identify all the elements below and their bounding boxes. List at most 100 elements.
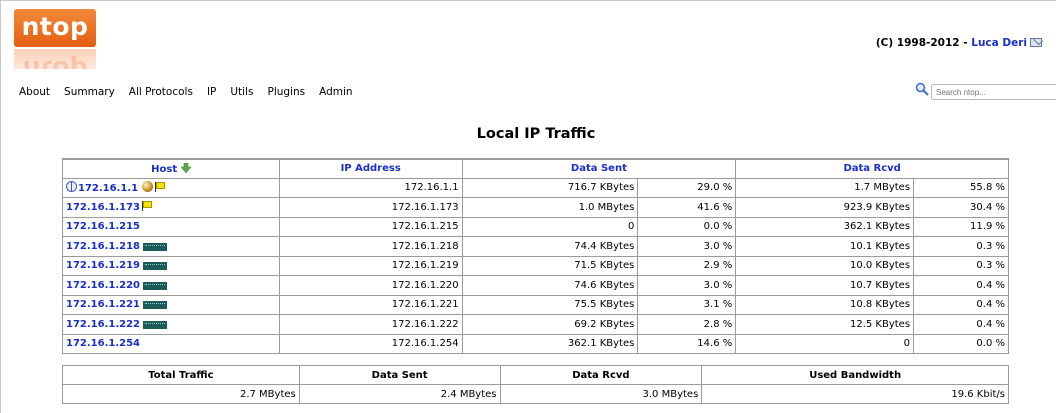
menu-summary[interactable]: Summary <box>64 86 115 98</box>
data-sent-percent-cell: 14.6 % <box>637 333 737 354</box>
data-sent-percent-cell: 3.0 % <box>637 275 737 296</box>
copyright: (C) 1998-2012 - Luca Deri <box>876 37 1042 49</box>
host-link[interactable]: 172.16.1.221 <box>66 299 140 310</box>
data-rcvd-cell: 10.8 KBytes <box>735 294 915 315</box>
summary-values-row: 2.7 MBytes 2.4 MBytes 3.0 MBytes 19.6 Kb… <box>62 384 1009 404</box>
author-link[interactable]: Luca Deri <box>971 37 1027 49</box>
page-title: Local IP Traffic <box>476 126 596 142</box>
menu-all-protocols[interactable]: All Protocols <box>129 86 193 98</box>
summary-header-row: Total Traffic Data Sent Data Rcvd Used B… <box>62 365 1009 385</box>
logo-reflection: ntop <box>14 49 96 69</box>
menu-utils[interactable]: Utils <box>230 86 253 98</box>
data-rcvd-cell: 10.7 KBytes <box>735 275 915 296</box>
menu-ip[interactable]: IP <box>207 86 216 98</box>
data-sent-summary-header: Data Sent <box>298 365 501 385</box>
data-rcvd-cell: 362.1 KBytes <box>735 216 915 237</box>
activity-sparkline-icon <box>143 242 168 251</box>
host-link[interactable]: 172.16.1.173 <box>66 202 140 213</box>
data-rcvd-total-value: 3.0 MBytes <box>499 384 703 404</box>
data-rcvd-cell: 10.0 KBytes <box>735 255 915 276</box>
host-link[interactable]: 172.16.1.222 <box>66 319 140 330</box>
data-rcvd-percent-cell: 0.4 % <box>913 314 1009 335</box>
data-rcvd-summary-header: Data Rcvd <box>499 365 703 385</box>
search-icon <box>915 82 929 96</box>
menu-plugins[interactable]: Plugins <box>267 86 305 98</box>
host-link[interactable]: 172.16.1.218 <box>66 241 140 252</box>
table-row: 172.16.1.220 172.16.1.220 74.6 KBytes 3.0 %… <box>62 275 1009 296</box>
table-row: 172.16.1.215 172.16.1.215 0 0.0 % 362.1 KByt… <box>62 216 1009 237</box>
data-rcvd-cell: 0 <box>735 333 915 354</box>
activity-sparkline-icon <box>143 320 168 329</box>
data-sent-cell: 74.4 KBytes <box>461 236 639 257</box>
table-row: 172.16.1.1 172.16.1.1 716.7 KBytes 29.0 % 1.… <box>62 177 1009 198</box>
data-rcvd-column-header[interactable]: Data Rcvd <box>735 158 1009 179</box>
flag-icon <box>155 182 166 193</box>
data-rcvd-percent-cell: 11.9 % <box>913 216 1009 237</box>
table-row: 172.16.1.173 172.16.1.173 1.0 MBytes 41.6 %… <box>62 197 1009 218</box>
mail-icon[interactable] <box>1030 38 1042 47</box>
data-sent-cell: 69.2 KBytes <box>461 314 639 335</box>
data-rcvd-percent-cell: 0.0 % <box>913 333 1009 354</box>
host-link[interactable]: 172.16.1.254 <box>66 338 140 349</box>
data-sent-cell: 74.6 KBytes <box>461 275 639 296</box>
data-sent-percent-cell: 0.0 % <box>637 216 737 237</box>
data-sent-column-header[interactable]: Data Sent <box>461 158 737 179</box>
ip-address-cell: 172.16.1.218 <box>278 236 463 257</box>
ip-address-cell: 172.16.1.219 <box>278 255 463 276</box>
ip-address-cell: 172.16.1.1 <box>278 177 463 198</box>
globe-icon <box>66 181 77 193</box>
ip-address-cell: 172.16.1.254 <box>278 333 463 354</box>
ip-address-cell: 172.16.1.221 <box>278 294 463 315</box>
activity-sparkline-icon <box>143 262 168 271</box>
ip-address-column-header[interactable]: IP Address <box>278 158 463 179</box>
host-column-header[interactable]: Host <box>62 158 280 179</box>
table-row: 172.16.1.221 172.16.1.221 75.5 KBytes 3.1 %… <box>62 294 1009 315</box>
host-link[interactable]: 172.16.1.219 <box>66 260 140 271</box>
data-sent-cell: 0 <box>461 216 639 237</box>
ntop-logo[interactable]: ntop ntop <box>14 9 96 69</box>
activity-sparkline-icon <box>143 301 168 310</box>
host-link[interactable]: 172.16.1.1 <box>78 183 138 194</box>
used-bandwidth-header: Used Bandwidth <box>701 365 1009 385</box>
table-row: 172.16.1.254 172.16.1.254 362.1 KBytes 14.6… <box>62 333 1009 354</box>
ip-address-cell: 172.16.1.215 <box>278 216 463 237</box>
data-sent-cell: 71.5 KBytes <box>461 255 639 276</box>
menu-about[interactable]: About <box>19 86 50 98</box>
data-rcvd-percent-cell: 55.8 % <box>913 177 1009 198</box>
os-sphere-icon <box>142 181 154 193</box>
data-sent-cell: 362.1 KBytes <box>461 333 639 354</box>
ip-address-cell: 172.16.1.220 <box>278 275 463 296</box>
data-sent-percent-cell: 2.9 % <box>637 255 737 276</box>
menu-admin[interactable]: Admin <box>319 86 352 98</box>
local-ip-traffic-table: Host IP Address Data Sent Data Rcvd 172.… <box>62 158 1009 354</box>
data-rcvd-percent-cell: 30.4 % <box>913 197 1009 218</box>
table-row: 172.16.1.219 172.16.1.219 71.5 KBytes 2.9 %… <box>62 255 1009 276</box>
data-sent-percent-cell: 41.6 % <box>637 197 737 218</box>
data-rcvd-cell: 923.9 KBytes <box>735 197 915 218</box>
data-rcvd-percent-cell: 0.4 % <box>913 275 1009 296</box>
copyright-text: (C) 1998-2012 - <box>875 37 972 49</box>
host-cell: 172.16.1.220 <box>62 275 280 296</box>
data-sent-cell: 716.7 KBytes <box>461 177 639 198</box>
data-rcvd-percent-cell: 0.3 % <box>913 255 1009 276</box>
data-sent-percent-cell: 2.8 % <box>637 314 737 335</box>
host-cell: 172.16.1.1 <box>62 177 280 198</box>
data-sent-cell: 75.5 KBytes <box>461 294 639 315</box>
data-sent-cell: 1.0 MBytes <box>461 197 639 218</box>
ip-address-cell: 172.16.1.222 <box>278 314 463 335</box>
host-cell: 172.16.1.254 <box>62 333 280 354</box>
traffic-table-body: 172.16.1.1 172.16.1.1 716.7 KBytes 29.0 % 1.… <box>62 177 1009 354</box>
host-link[interactable]: 172.16.1.220 <box>66 280 140 291</box>
logo-text: ntop <box>14 9 96 47</box>
host-link[interactable]: 172.16.1.215 <box>66 221 140 232</box>
main-menu: About Summary All Protocols IP Utils Plu… <box>19 86 367 98</box>
data-sent-percent-cell: 3.0 % <box>637 236 737 257</box>
host-cell: 172.16.1.219 <box>62 255 280 276</box>
total-traffic-value: 2.7 MBytes <box>62 384 300 404</box>
data-rcvd-percent-cell: 0.3 % <box>913 236 1009 257</box>
host-cell: 172.16.1.215 <box>62 216 280 237</box>
host-cell: 172.16.1.222 <box>62 314 280 335</box>
table-row: 172.16.1.218 172.16.1.218 74.4 KBytes 3.0 %… <box>62 236 1009 257</box>
traffic-summary-table: Total Traffic Data Sent Data Rcvd Used B… <box>62 365 1009 404</box>
search-input[interactable] <box>931 84 1056 100</box>
